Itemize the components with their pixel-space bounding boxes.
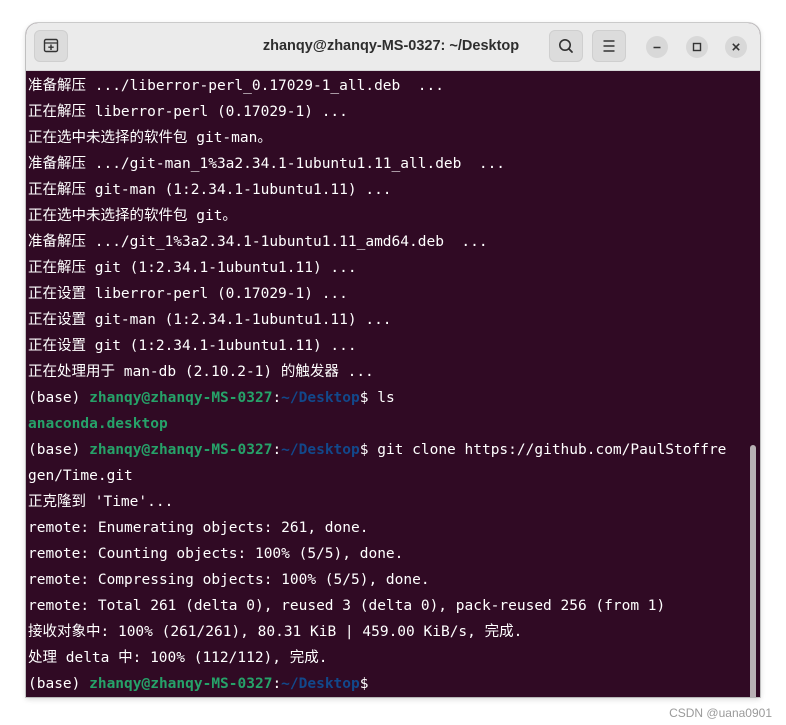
search-button[interactable] xyxy=(549,30,583,62)
conda-env: (base) xyxy=(28,390,90,406)
output-line: 正克隆到 'Time'... xyxy=(28,494,174,510)
output-line: 准备解压 .../git-man_1%3a2.34.1-1ubuntu1.11_… xyxy=(28,156,506,172)
output-line: 正在处理用于 man-db (2.10.2-1) 的触发器 ... xyxy=(28,364,374,380)
output-line: 正在设置 git-man (1:2.34.1-1ubuntu1.11) ... xyxy=(28,312,392,328)
scrollbar-thumb[interactable] xyxy=(750,445,756,697)
prompt-colon: : xyxy=(272,676,282,692)
maximize-icon xyxy=(692,42,702,52)
prompt-user-host: zhanqy@zhanqy-MS-0327 xyxy=(89,676,273,692)
conda-env: (base) xyxy=(28,442,90,458)
command-text: git clone https://github.com/PaulStoffre xyxy=(377,442,727,458)
prompt-path: ~/Desktop xyxy=(281,442,360,458)
ls-output-file: anaconda.desktop xyxy=(28,416,168,432)
prompt-colon: : xyxy=(272,390,282,406)
output-line: remote: Counting objects: 100% (5/5), do… xyxy=(28,546,404,562)
window-title: zhanqy@zhanqy-MS-0327: ~/Desktop xyxy=(262,38,520,54)
search-icon xyxy=(559,39,573,53)
prompt-user-host: zhanqy@zhanqy-MS-0327 xyxy=(89,442,273,458)
output-line: 正在设置 git (1:2.34.1-1ubuntu1.11) ... xyxy=(28,338,357,354)
prompt-line: (base) zhanqy@zhanqy-MS-0327:~/Desktop$ … xyxy=(28,437,760,463)
output-line: 接收对象中: 100% (261/261), 80.31 KiB | 459.0… xyxy=(28,624,523,640)
terminal-window: zhanqy@zhanqy-MS-0327: ~/Desktop 准备解压 ..… xyxy=(26,23,760,697)
hamburger-menu-icon xyxy=(603,40,615,52)
output-line: 正在解压 git-man (1:2.34.1-1ubuntu1.11) ... xyxy=(28,182,392,198)
output-line: remote: Total 261 (delta 0), reused 3 (d… xyxy=(28,598,666,614)
terminal-output[interactable]: 准备解压 .../liberror-perl_0.17029-1_all.deb… xyxy=(26,71,760,697)
prompt-path: ~/Desktop xyxy=(281,676,360,692)
watermark: CSDN @uana0901 xyxy=(669,706,772,720)
prompt-path: ~/Desktop xyxy=(281,390,360,406)
new-tab-button[interactable] xyxy=(34,30,68,62)
prompt-line[interactable]: (base) zhanqy@zhanqy-MS-0327:~/Desktop$ xyxy=(28,671,760,697)
menu-button[interactable] xyxy=(592,30,626,62)
output-line: 正在解压 git (1:2.34.1-1ubuntu1.11) ... xyxy=(28,260,357,276)
output-line: 正在选中未选择的软件包 git-man。 xyxy=(28,130,272,146)
maximize-button[interactable] xyxy=(686,36,708,58)
prompt-dollar: $ xyxy=(359,442,378,458)
command-text: ls xyxy=(377,390,395,406)
output-line: remote: Compressing objects: 100% (5/5),… xyxy=(28,572,430,588)
prompt-user-host: zhanqy@zhanqy-MS-0327 xyxy=(89,390,273,406)
close-icon xyxy=(732,43,740,51)
output-line: 准备解压 .../git_1%3a2.34.1-1ubuntu1.11_amd6… xyxy=(28,234,488,250)
titlebar[interactable]: zhanqy@zhanqy-MS-0327: ~/Desktop xyxy=(26,23,760,71)
output-line: 准备解压 .../liberror-perl_0.17029-1_all.deb… xyxy=(28,78,444,94)
output-line: 正在选中未选择的软件包 git。 xyxy=(28,208,237,224)
new-tab-icon xyxy=(43,38,59,53)
output-line: 处理 delta 中: 100% (112/112), 完成. xyxy=(28,650,328,666)
prompt-dollar: $ xyxy=(359,676,369,692)
conda-env: (base) xyxy=(28,676,90,692)
output-line: remote: Enumerating objects: 261, done. xyxy=(28,520,369,536)
close-button[interactable] xyxy=(725,36,747,58)
minimize-icon xyxy=(653,46,661,49)
prompt-dollar: $ xyxy=(359,390,378,406)
command-wrap-line: gen/Time.git xyxy=(28,468,133,484)
output-line: 正在设置 liberror-perl (0.17029-1) ... xyxy=(28,286,348,302)
minimize-button[interactable] xyxy=(646,36,668,58)
prompt-colon: : xyxy=(272,442,282,458)
prompt-line: (base) zhanqy@zhanqy-MS-0327:~/Desktop$ … xyxy=(28,385,760,411)
output-line: 正在解压 liberror-perl (0.17029-1) ... xyxy=(28,104,348,120)
